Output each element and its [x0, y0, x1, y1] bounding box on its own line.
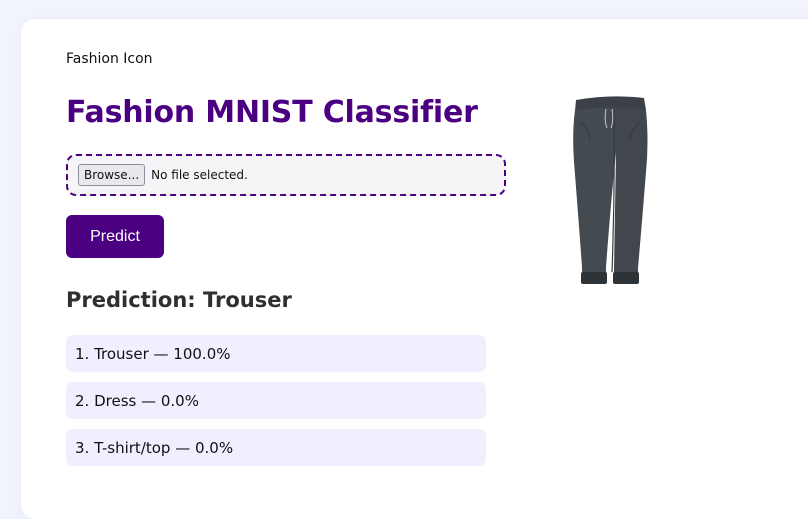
left-cuff: [581, 272, 607, 284]
file-status-text: No file selected.: [151, 168, 248, 182]
trouser-image: [573, 96, 648, 284]
predict-button[interactable]: Predict: [66, 215, 164, 258]
result-item: 3. T-shirt/top — 0.0%: [66, 429, 486, 466]
right-leg: [614, 107, 648, 282]
file-upload-dropzone[interactable]: Browse... No file selected.: [66, 154, 506, 196]
prediction-heading: Prediction: Trouser: [66, 288, 292, 312]
browse-button[interactable]: Browse...: [78, 164, 146, 186]
page-title: Fashion MNIST Classifier: [66, 95, 478, 130]
right-cuff: [613, 272, 639, 284]
result-item: 2. Dress — 0.0%: [66, 382, 486, 419]
prediction-results-list: 1. Trouser — 100.0% 2. Dress — 0.0% 3. T…: [66, 335, 486, 476]
brand-label: Fashion Icon: [66, 51, 153, 67]
result-item: 1. Trouser — 100.0%: [66, 335, 486, 372]
left-leg: [573, 107, 618, 282]
